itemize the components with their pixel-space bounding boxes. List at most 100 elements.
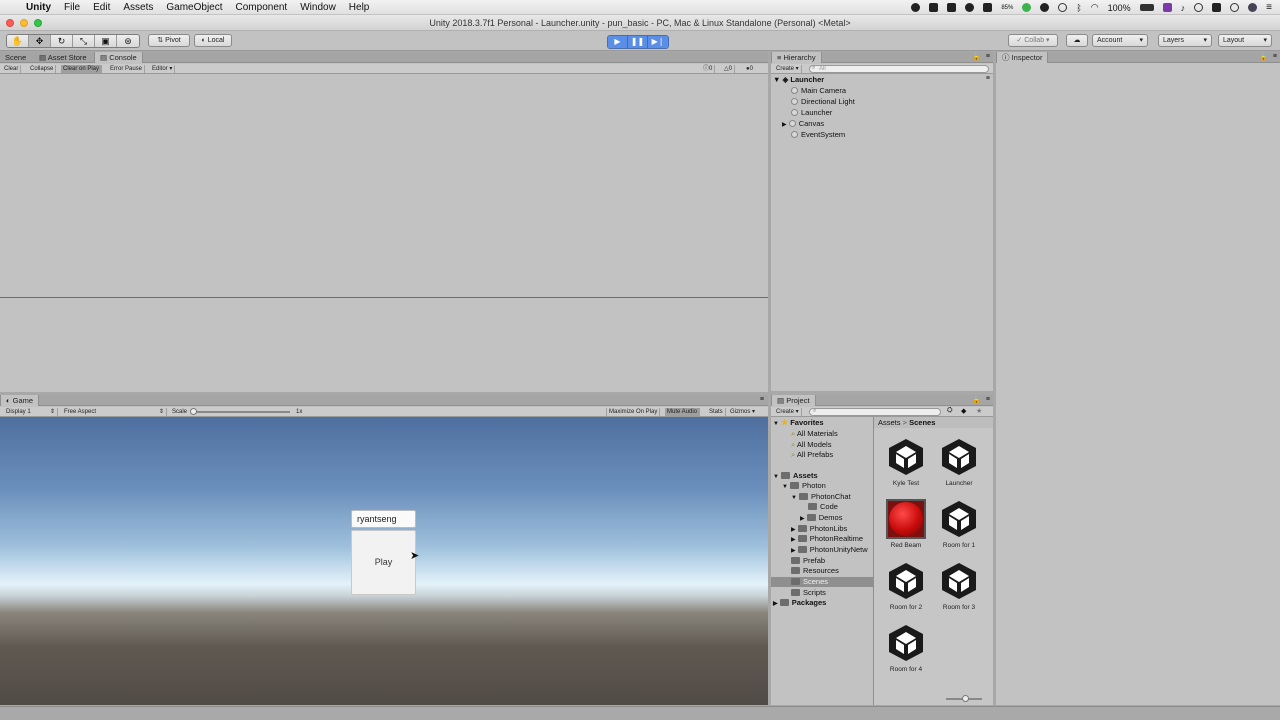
menu-assets[interactable]: Assets [123, 2, 153, 13]
username-input[interactable]: ryantseng [351, 510, 416, 528]
panel-menu-icon[interactable]: ≡ [1273, 53, 1277, 60]
filter-label-icon[interactable]: ◆ [961, 407, 966, 415]
scale-tool-icon[interactable]: ⤡ [73, 35, 95, 47]
asset-scene[interactable]: Kyle Test [880, 437, 932, 487]
record-icon[interactable] [911, 3, 921, 12]
mute-audio-toggle[interactable]: Mute Audio [665, 408, 701, 416]
messages-icon[interactable] [965, 3, 975, 12]
favorite-star-icon[interactable]: ★ [976, 407, 982, 415]
hand-tool-icon[interactable]: ✋ [7, 35, 29, 47]
packages-row[interactable]: ▶ Packages [773, 598, 826, 608]
breadcrumb-scenes[interactable]: Scenes [909, 418, 935, 427]
layout-dropdown[interactable]: Layout ▾ [1218, 34, 1272, 47]
clock-icon[interactable] [1194, 3, 1204, 12]
tab-hierarchy[interactable]: ≡ Hierarchy [771, 52, 822, 63]
yahoo-icon[interactable] [1162, 3, 1172, 12]
clear-button[interactable]: Clear [2, 65, 22, 73]
folder-row[interactable]: ▶ PhotonLibs [791, 524, 847, 534]
local-toggle[interactable]: ◐ Local [194, 34, 232, 47]
memory-badge[interactable]: 85% [1001, 5, 1013, 11]
folder-row-selected[interactable]: Scenes [791, 577, 828, 587]
folder-row[interactable]: Prefab [791, 556, 825, 566]
folder-row[interactable]: Resources [791, 566, 839, 576]
play-button-icon[interactable]: ▶ [608, 36, 628, 48]
rect-tool-icon[interactable]: ▣ [95, 35, 117, 47]
expand-arrow-icon[interactable]: ▶ [782, 122, 787, 128]
menu-app-unity[interactable]: Unity [26, 2, 51, 13]
display-dropdown[interactable]: Display 1 ⇕ [4, 408, 58, 416]
lock-icon[interactable]: 🔒 [1259, 53, 1268, 61]
skype-icon[interactable] [1040, 3, 1050, 12]
account-dropdown[interactable]: Account ▾ [1092, 34, 1148, 47]
lock-icon[interactable]: 🔒 [972, 396, 981, 404]
menu-help[interactable]: Help [349, 2, 370, 13]
scale-slider-handle[interactable] [190, 408, 197, 415]
aspect-dropdown[interactable]: Free Aspect ⇕ [62, 408, 167, 416]
notification-center-icon[interactable]: ≡ [1266, 2, 1272, 13]
hierarchy-create-dropdown[interactable]: Create ▾ [774, 65, 802, 73]
editor-dropdown[interactable]: Editor ▾ [150, 65, 176, 73]
project-create-dropdown[interactable]: Create ▾ [774, 408, 802, 416]
volume-icon[interactable]: ♪ [1181, 3, 1186, 13]
battery-icon[interactable] [1139, 4, 1154, 11]
tab-scene[interactable]: Scene [0, 52, 31, 63]
cloud-button[interactable]: ☁ [1066, 34, 1088, 47]
asset-scene[interactable]: Room for 3 [933, 561, 985, 611]
hierarchy-item[interactable]: Launcher [791, 108, 832, 118]
pause-button-icon[interactable]: ❚❚ [628, 36, 648, 48]
hierarchy-search-input[interactable]: All [809, 65, 989, 73]
move-tool-icon[interactable]: ✥ [29, 35, 51, 47]
tab-inspector[interactable]: ⓘ Inspector [996, 52, 1049, 63]
collapse-button[interactable]: Collapse [28, 65, 57, 73]
asset-material[interactable]: Red Beam [880, 499, 932, 549]
hierarchy-item[interactable]: Main Camera [791, 86, 846, 96]
folder-row[interactable]: Code [808, 502, 838, 512]
breadcrumb-assets[interactable]: Assets [878, 418, 901, 427]
favorite-item[interactable]: ⌕ All Materials [791, 429, 838, 439]
favorites-row[interactable]: ▼ ★ Favorites [773, 418, 824, 428]
spotlight-search-icon[interactable] [1230, 3, 1240, 12]
transform-tool-icon[interactable]: ⊛ [117, 35, 139, 47]
gamepad-icon[interactable] [947, 3, 957, 12]
minimize-window-icon[interactable] [20, 19, 28, 27]
console-log-area[interactable] [0, 75, 768, 297]
dropbox-icon[interactable] [929, 3, 939, 12]
spotify-icon[interactable] [1022, 3, 1032, 12]
menu-edit[interactable]: Edit [93, 2, 110, 13]
battery-percent[interactable]: 100% [1108, 3, 1131, 13]
favorite-item[interactable]: ⌕ All Models [791, 440, 831, 450]
pivot-toggle[interactable]: ⇅ Pivot [148, 34, 190, 47]
scene-row[interactable]: ▼ ◈ Launcher [773, 75, 824, 85]
game-viewport[interactable]: ryantseng Play ➤ [0, 417, 768, 705]
folder-row[interactable]: ▼ PhotonChat [791, 492, 851, 502]
asset-scene[interactable]: Room for 4 [880, 623, 932, 673]
hierarchy-item[interactable]: ▶ Canvas [782, 119, 824, 129]
close-window-icon[interactable] [6, 19, 14, 27]
menu-gameobject[interactable]: GameObject [166, 2, 222, 13]
display-icon[interactable] [983, 3, 993, 12]
menu-window[interactable]: Window [300, 2, 336, 13]
bluetooth-icon[interactable]: ᛒ [1076, 3, 1081, 13]
panel-menu-icon[interactable]: ≡ [760, 396, 764, 403]
panel-menu-icon[interactable]: ≡ [986, 53, 990, 60]
time-machine-icon[interactable] [1058, 3, 1068, 12]
folder-row[interactable]: ▼ Photon [782, 481, 826, 491]
info-count[interactable]: ⓘ0 [701, 65, 716, 73]
folder-row[interactable]: Scripts [791, 588, 826, 598]
error-count[interactable]: ●0 [744, 65, 755, 73]
scale-slider[interactable] [192, 411, 290, 413]
siri-icon[interactable] [1248, 3, 1258, 12]
warning-count[interactable]: △0 [722, 65, 735, 73]
maximize-on-play-toggle[interactable]: Maximize On Play [606, 408, 661, 416]
play-button[interactable]: Play [351, 530, 416, 595]
hierarchy-item[interactable]: EventSystem [791, 130, 845, 140]
menu-file[interactable]: File [64, 2, 80, 13]
rotate-tool-icon[interactable]: ↻ [51, 35, 73, 47]
step-button-icon[interactable]: ▶❘ [648, 36, 668, 48]
project-search-input[interactable] [809, 408, 941, 416]
gizmos-dropdown[interactable]: Gizmos ▾ [728, 408, 757, 416]
panel-menu-icon[interactable]: ≡ [986, 396, 990, 403]
tab-game[interactable]: ◐ Game [0, 395, 40, 406]
hierarchy-item[interactable]: Directional Light [791, 97, 855, 107]
filter-type-icon[interactable]: ⛭ [947, 407, 953, 415]
